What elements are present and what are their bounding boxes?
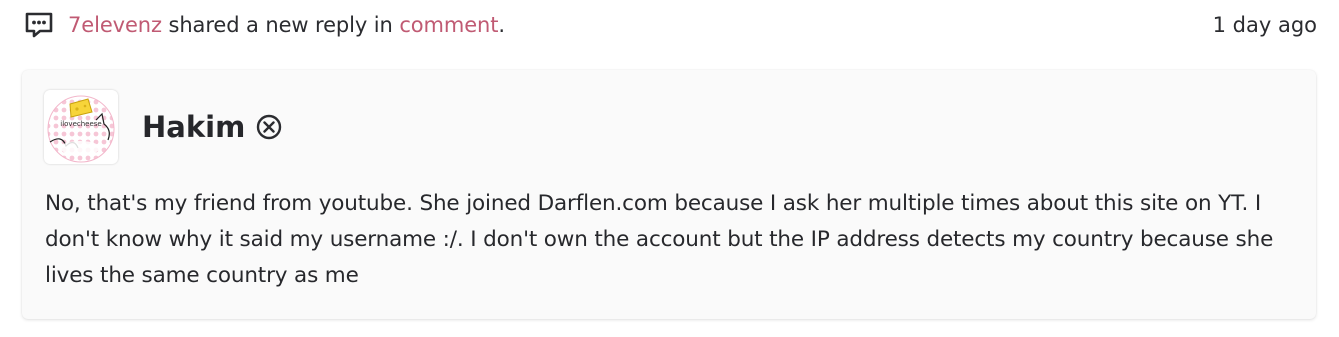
action-text: shared a new reply in: [161, 13, 400, 37]
comment-dots-icon: [24, 10, 54, 40]
reply-card: ilovecheese Hakim No, that's my friend f…: [22, 70, 1316, 319]
cheese-cat-avatar: ilovecheese: [47, 95, 115, 163]
svg-text:ilovecheese: ilovecheese: [60, 120, 101, 128]
comment-link[interactable]: comment: [399, 13, 498, 37]
circled-x-icon: [255, 113, 283, 141]
username-link[interactable]: 7elevenz: [68, 13, 162, 37]
avatar[interactable]: ilovecheese: [44, 90, 118, 164]
reply-body: No, that's my friend from youtube. She j…: [45, 191, 1274, 288]
timestamp: 1 day ago: [1212, 13, 1317, 37]
activity-item: 7elevenz shared a new reply in comment. …: [0, 0, 1339, 337]
activity-text: 7elevenz shared a new reply in comment.: [68, 13, 505, 37]
reply-author: ilovecheese Hakim: [44, 90, 283, 164]
author-name[interactable]: Hakim: [142, 110, 245, 144]
activity-header: 7elevenz shared a new reply in comment. …: [24, 8, 1317, 42]
period-text: .: [498, 13, 505, 37]
